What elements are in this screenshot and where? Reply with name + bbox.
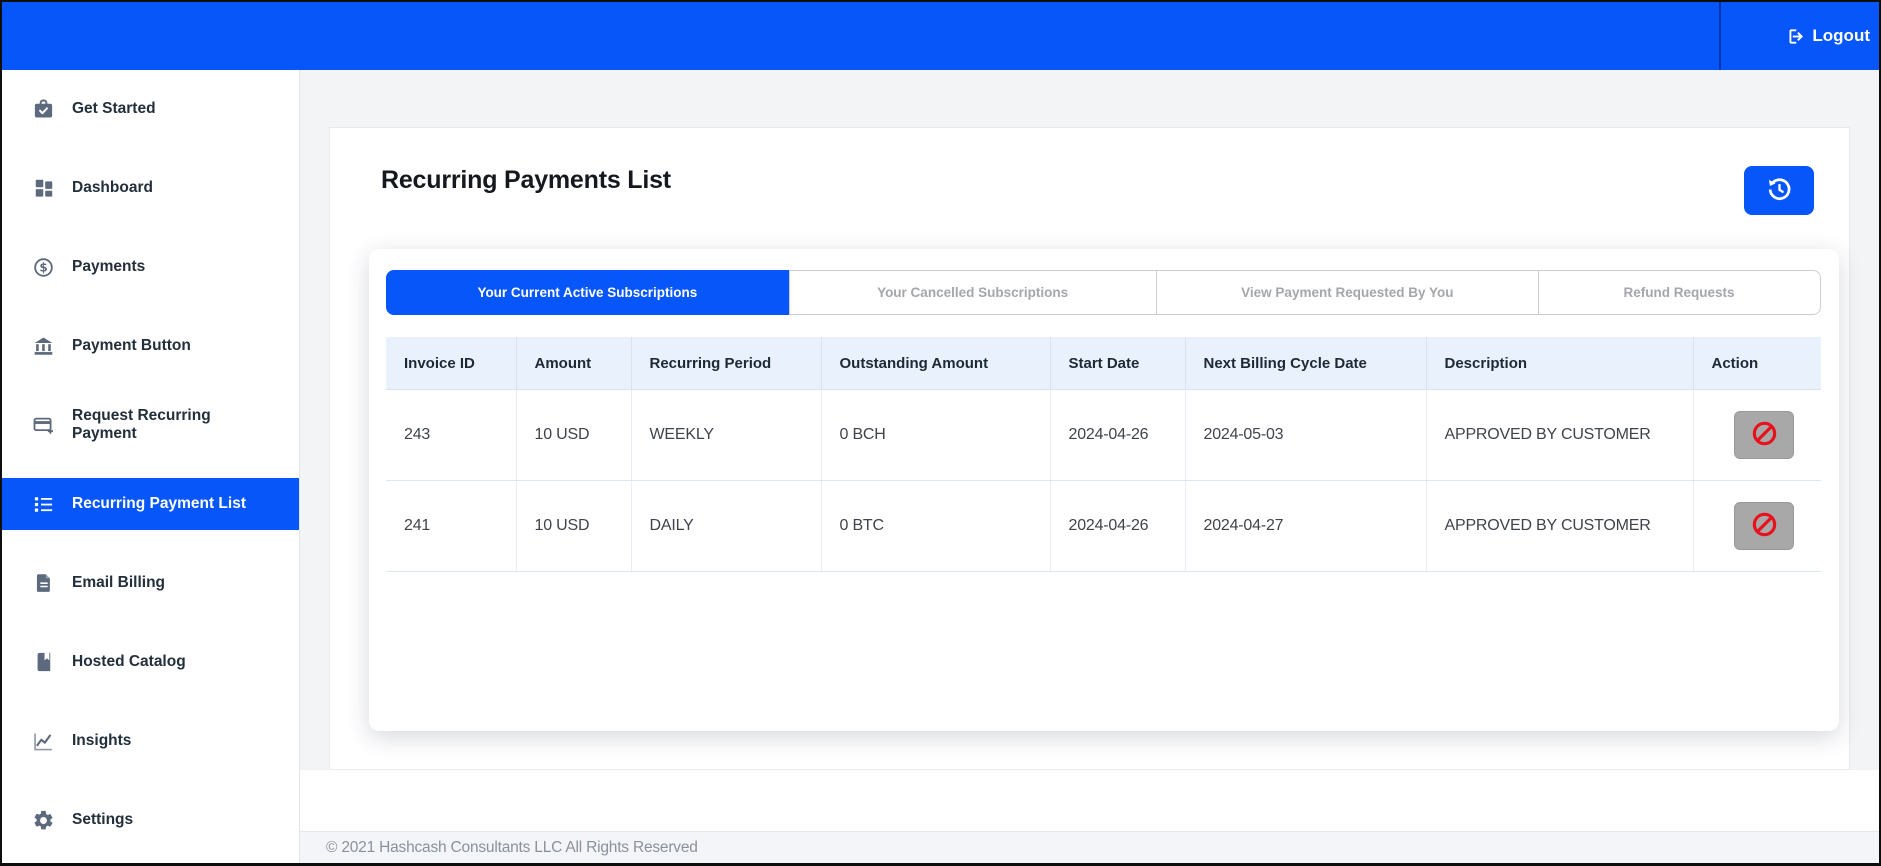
sidebar-item-label: Payments [72,257,146,275]
subscriptions-table: Invoice ID Amount Recurring Period Outst… [386,337,1821,572]
footer: © 2021 Hashcash Consultants LLC All Righ… [300,831,1879,863]
column-header-description: Description [1426,337,1694,390]
briefcase-check-icon [32,98,55,121]
sidebar-item-hosted-catalog[interactable]: Hosted Catalog [2,636,299,688]
sidebar-item-request-recurring-payment[interactable]: Request Recurring Payment [2,399,299,451]
sidebar-item-recurring-payment-list[interactable]: Recurring Payment List [2,478,299,530]
tab-refund-requests[interactable]: Refund Requests [1538,271,1819,314]
tab-current-active-subscriptions[interactable]: Your Current Active Subscriptions [386,270,789,315]
sidebar-item-label: Get Started [72,99,156,117]
column-header-next-billing-cycle-date: Next Billing Cycle Date [1185,337,1427,390]
sidebar-item-label: Hosted Catalog [72,652,186,670]
content-area: Recurring Payments List Your Current Act… [300,70,1879,863]
cell-start-date: 2024-04-26 [1050,480,1186,572]
book-icon [32,651,55,674]
cell-amount: 10 USD [516,389,632,481]
logout-label: Logout [1812,26,1870,45]
cell-next-billing-cycle-date: 2024-04-27 [1185,480,1427,572]
cell-start-date: 2024-04-26 [1050,389,1186,481]
app-window: Logout Get Started Dashboard $ Payments … [0,0,1881,866]
cell-outstanding-amount: 0 BCH [821,389,1051,481]
sidebar-item-dashboard[interactable]: Dashboard [2,162,299,214]
cell-outstanding-amount: 0 BTC [821,480,1051,572]
cell-recurring-period: WEEKLY [631,389,822,481]
cancel-subscription-button[interactable] [1734,502,1795,550]
sidebar-item-label: Payment Button [72,336,191,354]
cell-recurring-period: DAILY [631,480,822,572]
content-lower-strip [300,770,1879,831]
svg-text:$: $ [39,260,47,274]
cell-description: APPROVED BY CUSTOMER [1426,480,1694,572]
sidebar-item-label: Dashboard [72,178,153,196]
logout-button[interactable]: Logout [1787,2,1870,70]
topbar: Logout [2,2,1879,70]
sidebar-item-label: Insights [72,731,132,749]
card-plus-icon [32,414,55,437]
refresh-history-button[interactable] [1744,166,1814,215]
block-icon [1750,510,1779,542]
cell-amount: 10 USD [516,480,632,572]
copyright-text: © 2021 Hashcash Consultants LLC All Righ… [326,838,698,856]
bank-icon [32,335,55,358]
column-header-recurring-period: Recurring Period [631,337,822,390]
column-header-start-date: Start Date [1050,337,1186,390]
sidebar-item-settings[interactable]: Settings [2,794,299,846]
cell-description: APPROVED BY CUSTOMER [1426,389,1694,481]
sidebar-item-label: Request Recurring Payment [72,406,211,442]
gear-icon [32,809,55,832]
table-row: 243 10 USD WEEKLY 0 BCH 2024-04-26 2024-… [386,389,1821,481]
topbar-divider [1719,2,1721,70]
tab-cancelled-subscriptions[interactable]: Your Cancelled Subscriptions [788,271,1156,314]
cancel-subscription-button[interactable] [1734,411,1795,459]
block-icon [1750,419,1779,451]
cell-action [1693,480,1821,572]
list-icon [32,493,55,516]
sidebar-item-insights[interactable]: Insights [2,715,299,767]
cell-action [1693,389,1821,481]
sidebar-item-label: Recurring Payment List [72,494,246,512]
sidebar-item-get-started[interactable]: Get Started [2,83,299,135]
column-header-outstanding-amount: Outstanding Amount [821,337,1051,390]
dashboard-grid-icon [32,177,55,200]
page-title: Recurring Payments List [381,166,671,194]
cell-invoice-id: 241 [386,480,517,572]
logout-icon [1787,27,1806,46]
table-header-row: Invoice ID Amount Recurring Period Outst… [386,337,1821,390]
chart-line-icon [32,730,55,753]
column-header-invoice-id: Invoice ID [386,337,517,390]
cell-next-billing-cycle-date: 2024-05-03 [1185,389,1427,481]
sidebar-item-payment-button[interactable]: Payment Button [2,320,299,372]
table-row: 241 10 USD DAILY 0 BTC 2024-04-26 2024-0… [386,480,1821,572]
recurring-payments-panel: Recurring Payments List Your Current Act… [329,127,1850,770]
sidebar-item-label: Settings [72,810,134,828]
dollar-circle-icon: $ [32,256,55,279]
sidebar-item-payments[interactable]: $ Payments [2,241,299,293]
column-header-amount: Amount [516,337,632,390]
sidebar-item-label: Email Billing [72,573,166,591]
subscriptions-card: Your Current Active Subscriptions Your C… [369,249,1839,731]
tab-bar: Your Current Active Subscriptions Your C… [386,270,1821,315]
document-icon [32,572,55,595]
sidebar: Get Started Dashboard $ Payments Payment… [2,70,300,863]
cell-invoice-id: 243 [386,389,517,481]
sidebar-item-email-billing[interactable]: Email Billing [2,557,299,609]
history-icon [1766,176,1793,206]
column-header-action: Action [1693,337,1821,390]
tab-view-payment-requested-by-you[interactable]: View Payment Requested By You [1155,271,1539,314]
